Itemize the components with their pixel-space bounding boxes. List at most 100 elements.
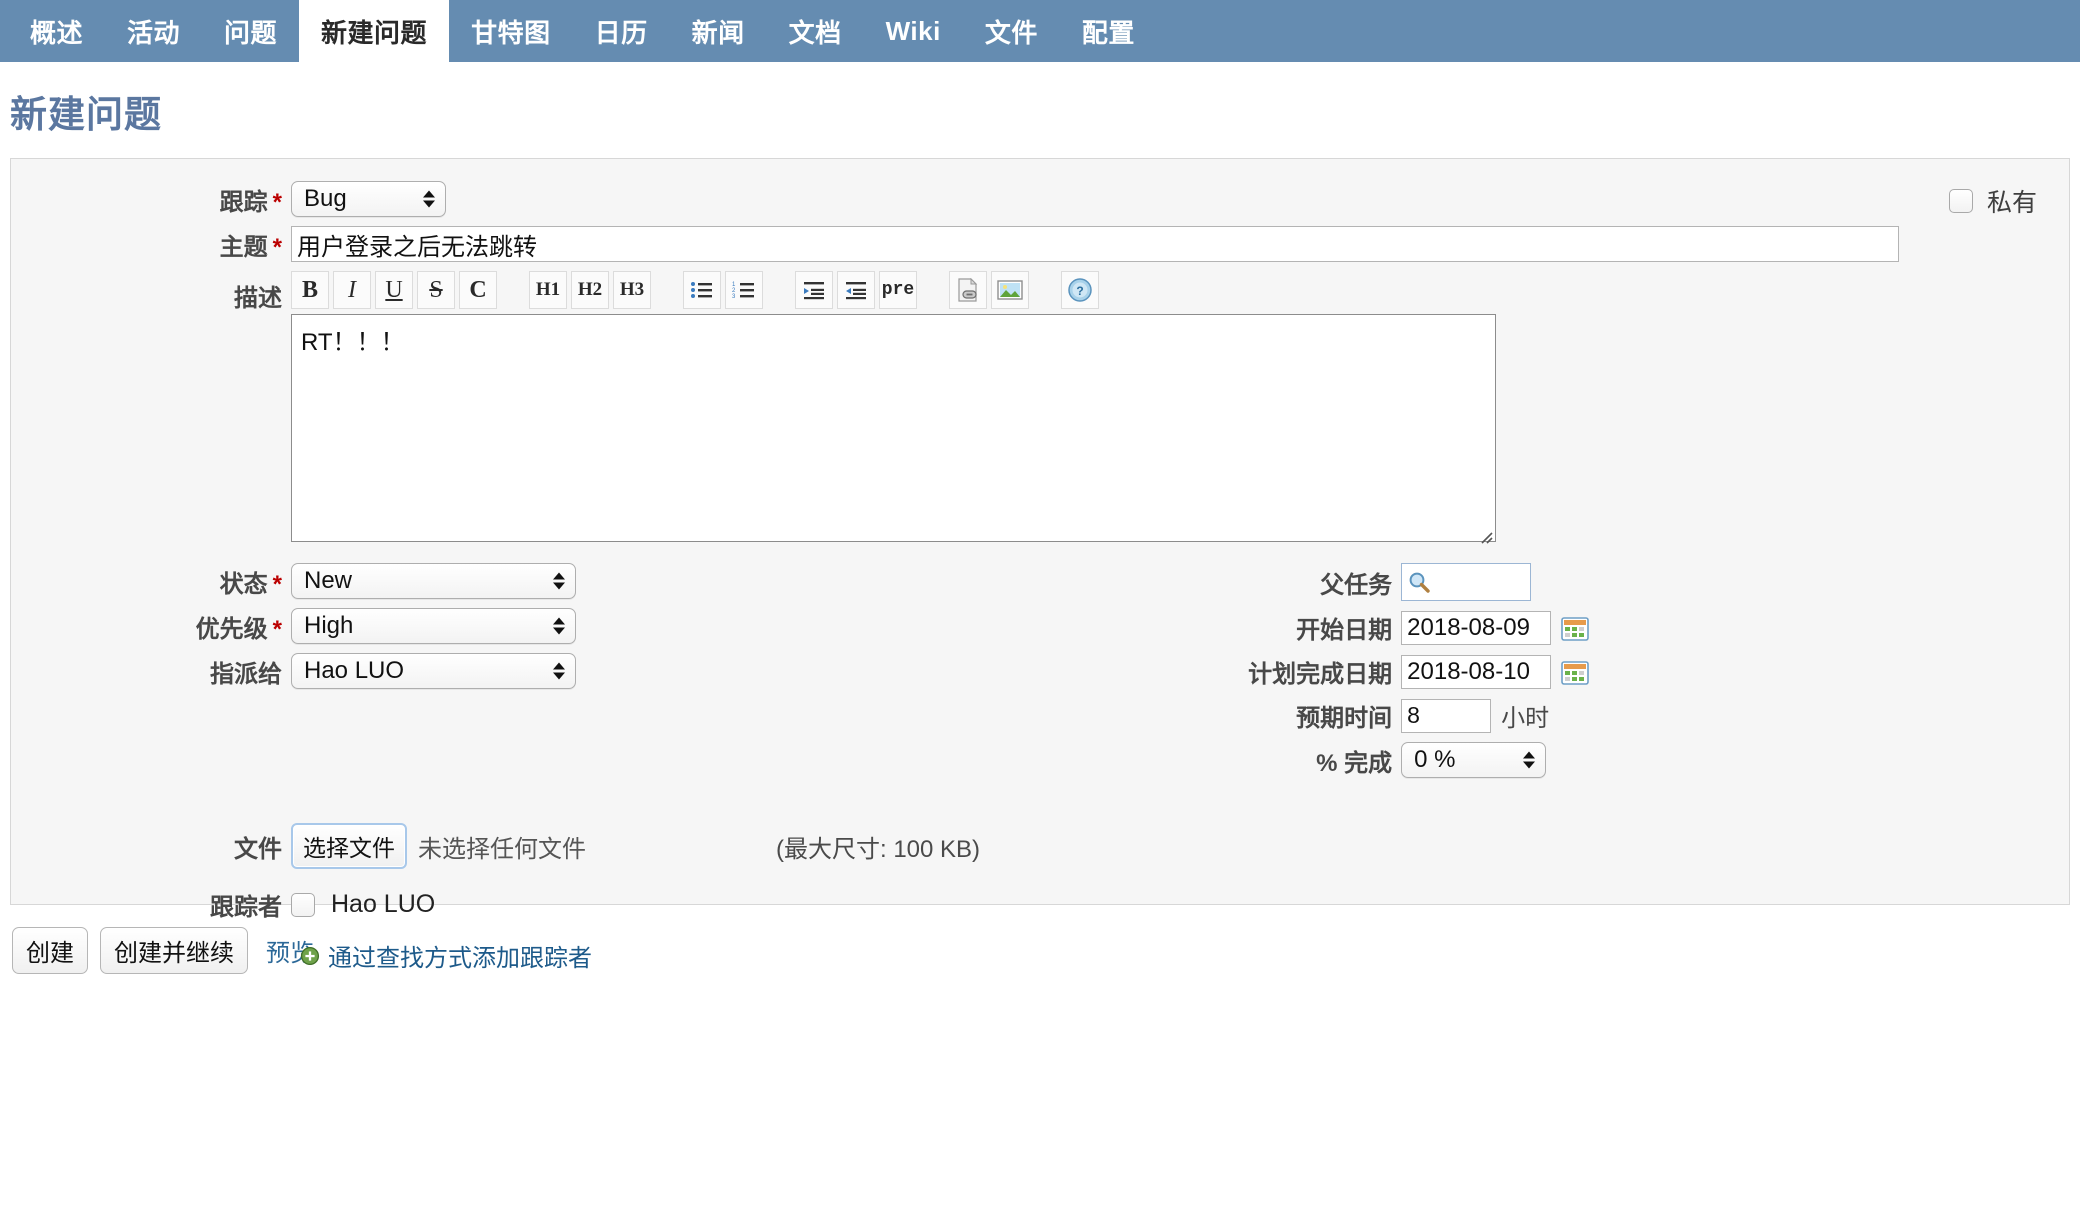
description-row: 描述 B I U S C H1 H2 H3 1 2 3 pre ? RT！！！ (11, 271, 2069, 547)
stepper-arrows-icon (423, 190, 435, 208)
tab-news[interactable]: 新闻 (670, 0, 767, 62)
parent-task-label: 父任务 (1320, 571, 1393, 599)
tracker-required-mark: * (272, 188, 282, 216)
bold-icon[interactable]: B (291, 271, 329, 309)
assignee-select-value: Hao LUO (304, 657, 405, 684)
svg-text:3: 3 (732, 294, 736, 300)
indent-left-icon[interactable] (837, 271, 875, 309)
subject-input[interactable] (291, 226, 1899, 262)
subject-label: 主题 * (11, 227, 291, 262)
tab-wiki[interactable]: Wiki (864, 0, 963, 62)
heading2-icon[interactable]: H2 (571, 271, 609, 309)
tab-settings[interactable]: 配置 (1060, 0, 1157, 62)
estimated-time-input[interactable] (1401, 698, 1492, 733)
start-date-wrapper (1401, 610, 1589, 645)
status-label: 状态 * (11, 564, 291, 599)
done-ratio-row: % 完成 0 % (1081, 742, 2069, 778)
private-checkbox[interactable] (1948, 189, 1973, 213)
tracker-select[interactable]: Bug (291, 181, 446, 217)
add-watcher-row: 通过查找方式添加跟踪者 (11, 938, 2069, 973)
private-label: 私有 (1986, 189, 2037, 217)
ordered-list-icon[interactable]: 1 2 3 (725, 271, 763, 309)
subject-label-text: 主题 (219, 233, 268, 261)
help-icon[interactable]: ? (1061, 271, 1099, 309)
priority-select-value: High (304, 612, 354, 639)
description-editor: B I U S C H1 H2 H3 1 2 3 pre ? RT！！！ (291, 271, 1496, 547)
link-page-icon[interactable] (949, 271, 987, 309)
status-select-value: New (304, 567, 353, 594)
svg-text:?: ? (1076, 284, 1083, 298)
tracker-select-value: Bug (304, 185, 347, 212)
search-icon (1409, 572, 1430, 593)
code-icon[interactable]: C (459, 271, 497, 309)
done-ratio-label: % 完成 (1316, 749, 1393, 777)
calendar-icon[interactable] (1561, 615, 1589, 641)
parent-task-row: 父任务 (1081, 563, 2069, 601)
estimated-time-row: 预期时间 小时 (1081, 698, 2069, 733)
start-date-row: 开始日期 (1081, 610, 2069, 645)
done-ratio-select[interactable]: 0 % (1401, 742, 1547, 778)
priority-label: 优先级 * (11, 609, 291, 644)
due-date-input[interactable] (1401, 654, 1552, 689)
heading3-icon[interactable]: H3 (613, 271, 651, 309)
attributes-right-column: 父任务 开始日期 2018-08-09 计划完成日期 2018-08-10 预期… (1081, 563, 2069, 787)
tab-files[interactable]: 文件 (963, 0, 1060, 62)
max-size-note: (最大尺寸: 100 KB) (776, 835, 981, 863)
priority-required-mark: * (272, 615, 282, 643)
tab-issues[interactable]: 问题 (202, 0, 299, 62)
tab-calendar[interactable]: 日历 (573, 0, 670, 62)
tab-new-issue[interactable]: 新建问题 (299, 0, 450, 62)
status-select[interactable]: New (291, 563, 576, 599)
tab-documents[interactable]: 文档 (767, 0, 864, 62)
tracker-label-text: 跟踪 (219, 188, 268, 216)
start-date-label: 开始日期 (1296, 617, 1393, 644)
parent-task-search-wrapper (1401, 563, 1532, 601)
tracker-row: 跟踪 * Bug (11, 181, 2069, 217)
estimated-time-label: 预期时间 (1296, 705, 1393, 732)
heading1-icon[interactable]: H1 (529, 271, 567, 309)
attributes-left-column: 状态 * New 优先级 * High 指派给 Hao LUO (11, 563, 1081, 787)
priority-label-text: 优先级 (195, 615, 268, 643)
status-row: 状态 * New (11, 563, 1081, 599)
status-required-mark: * (272, 570, 282, 598)
done-ratio-select-value: 0 % (1414, 746, 1456, 773)
priority-select[interactable]: High (291, 608, 576, 644)
preformatted-icon[interactable]: pre (879, 271, 917, 309)
strikethrough-icon[interactable]: S (417, 271, 455, 309)
stepper-arrows-icon (553, 572, 565, 590)
assignee-select[interactable]: Hao LUO (291, 653, 576, 689)
watcher-name: Hao LUO (331, 890, 436, 918)
assignee-row: 指派给 Hao LUO (11, 653, 1081, 689)
unordered-list-icon[interactable] (683, 271, 721, 309)
description-textarea-wrapper (291, 314, 1496, 547)
status-label-text: 状态 (219, 570, 268, 598)
project-tab-bar: 概述 活动 问题 新建问题 甘特图 日历 新闻 文档 Wiki 文件 配置 (0, 0, 2080, 62)
add-plus-icon (300, 946, 320, 965)
description-textarea[interactable] (291, 314, 1496, 542)
assignee-label: 指派给 (210, 660, 282, 688)
tab-gantt[interactable]: 甘特图 (449, 0, 573, 62)
due-date-wrapper (1401, 654, 1589, 689)
italic-icon[interactable]: I (333, 271, 371, 309)
private-checkbox-group: 私有 (1948, 183, 2037, 219)
choose-file-button[interactable]: 选择文件 (291, 823, 407, 869)
start-date-input[interactable] (1401, 610, 1552, 645)
tab-activity[interactable]: 活动 (105, 0, 202, 62)
description-label: 描述 (234, 285, 282, 312)
attachment-row: 文件 选择文件 未选择任何文件 (最大尺寸: 100 KB) (11, 823, 2069, 869)
add-watcher-link[interactable]: 通过查找方式添加跟踪者 (328, 938, 592, 973)
stepper-arrows-icon (553, 662, 565, 680)
watchers-row: 跟踪者 Hao LUO (11, 887, 2069, 922)
priority-row: 优先级 * High (11, 608, 1081, 644)
watcher-checkbox[interactable] (291, 892, 315, 917)
new-issue-form: 私有 跟踪* Bug 主题* 描述 B I U S C H1 (10, 158, 2070, 972)
tab-overview[interactable]: 概述 (8, 0, 105, 62)
due-date-row: 计划完成日期 (1081, 654, 2069, 689)
page-title: 新建问题 (10, 94, 162, 135)
underline-icon[interactable]: U (375, 271, 413, 309)
indent-right-icon[interactable] (795, 271, 833, 309)
stepper-arrows-icon (1523, 751, 1536, 769)
image-icon[interactable] (991, 271, 1029, 309)
calendar-icon[interactable] (1561, 659, 1589, 685)
file-status-text: 未选择任何文件 (418, 835, 586, 863)
